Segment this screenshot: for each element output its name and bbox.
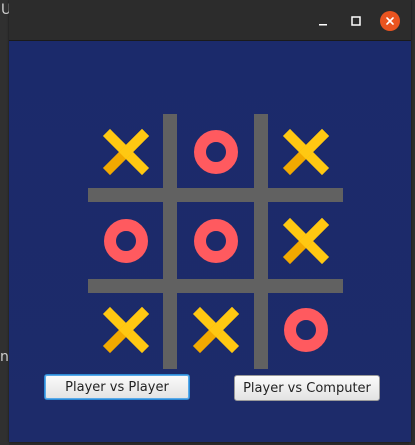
grid-line-horizontal-2	[88, 279, 343, 293]
board-cell-r2-c2[interactable]	[178, 203, 254, 279]
minimize-icon	[319, 24, 327, 26]
background-window-strip-left	[0, 0, 9, 445]
board-cell-r3-c1[interactable]	[88, 292, 164, 368]
minimize-button[interactable]	[314, 12, 332, 30]
grid-line-vertical-2	[254, 114, 268, 369]
game-content: Player vs Player Player vs Computer	[9, 41, 411, 442]
tic-tac-toe-board	[88, 114, 344, 369]
board-cell-r2-c1[interactable]	[88, 203, 164, 279]
player-vs-player-button[interactable]: Player vs Player	[44, 374, 190, 400]
board-cell-r3-c2[interactable]	[178, 292, 254, 368]
maximize-icon	[351, 16, 361, 26]
board-cell-r1-c1[interactable]	[88, 114, 164, 190]
close-button[interactable]	[380, 11, 400, 31]
board-cell-r2-c3[interactable]	[268, 203, 344, 279]
background-text-fragment: n	[0, 349, 9, 365]
game-window: Player vs Player Player vs Computer	[9, 0, 411, 442]
title-bar[interactable]	[9, 0, 411, 41]
close-icon	[386, 17, 394, 25]
board-cell-r1-c2[interactable]	[178, 114, 254, 190]
board-cell-r3-c3[interactable]	[268, 292, 344, 368]
board-cells	[88, 114, 344, 368]
maximize-button[interactable]	[347, 12, 365, 30]
grid-line-vertical-1	[163, 114, 177, 369]
grid-line-horizontal-1	[88, 188, 343, 202]
board-cell-r1-c3[interactable]	[268, 114, 344, 190]
player-vs-computer-button[interactable]: Player vs Computer	[234, 375, 380, 401]
